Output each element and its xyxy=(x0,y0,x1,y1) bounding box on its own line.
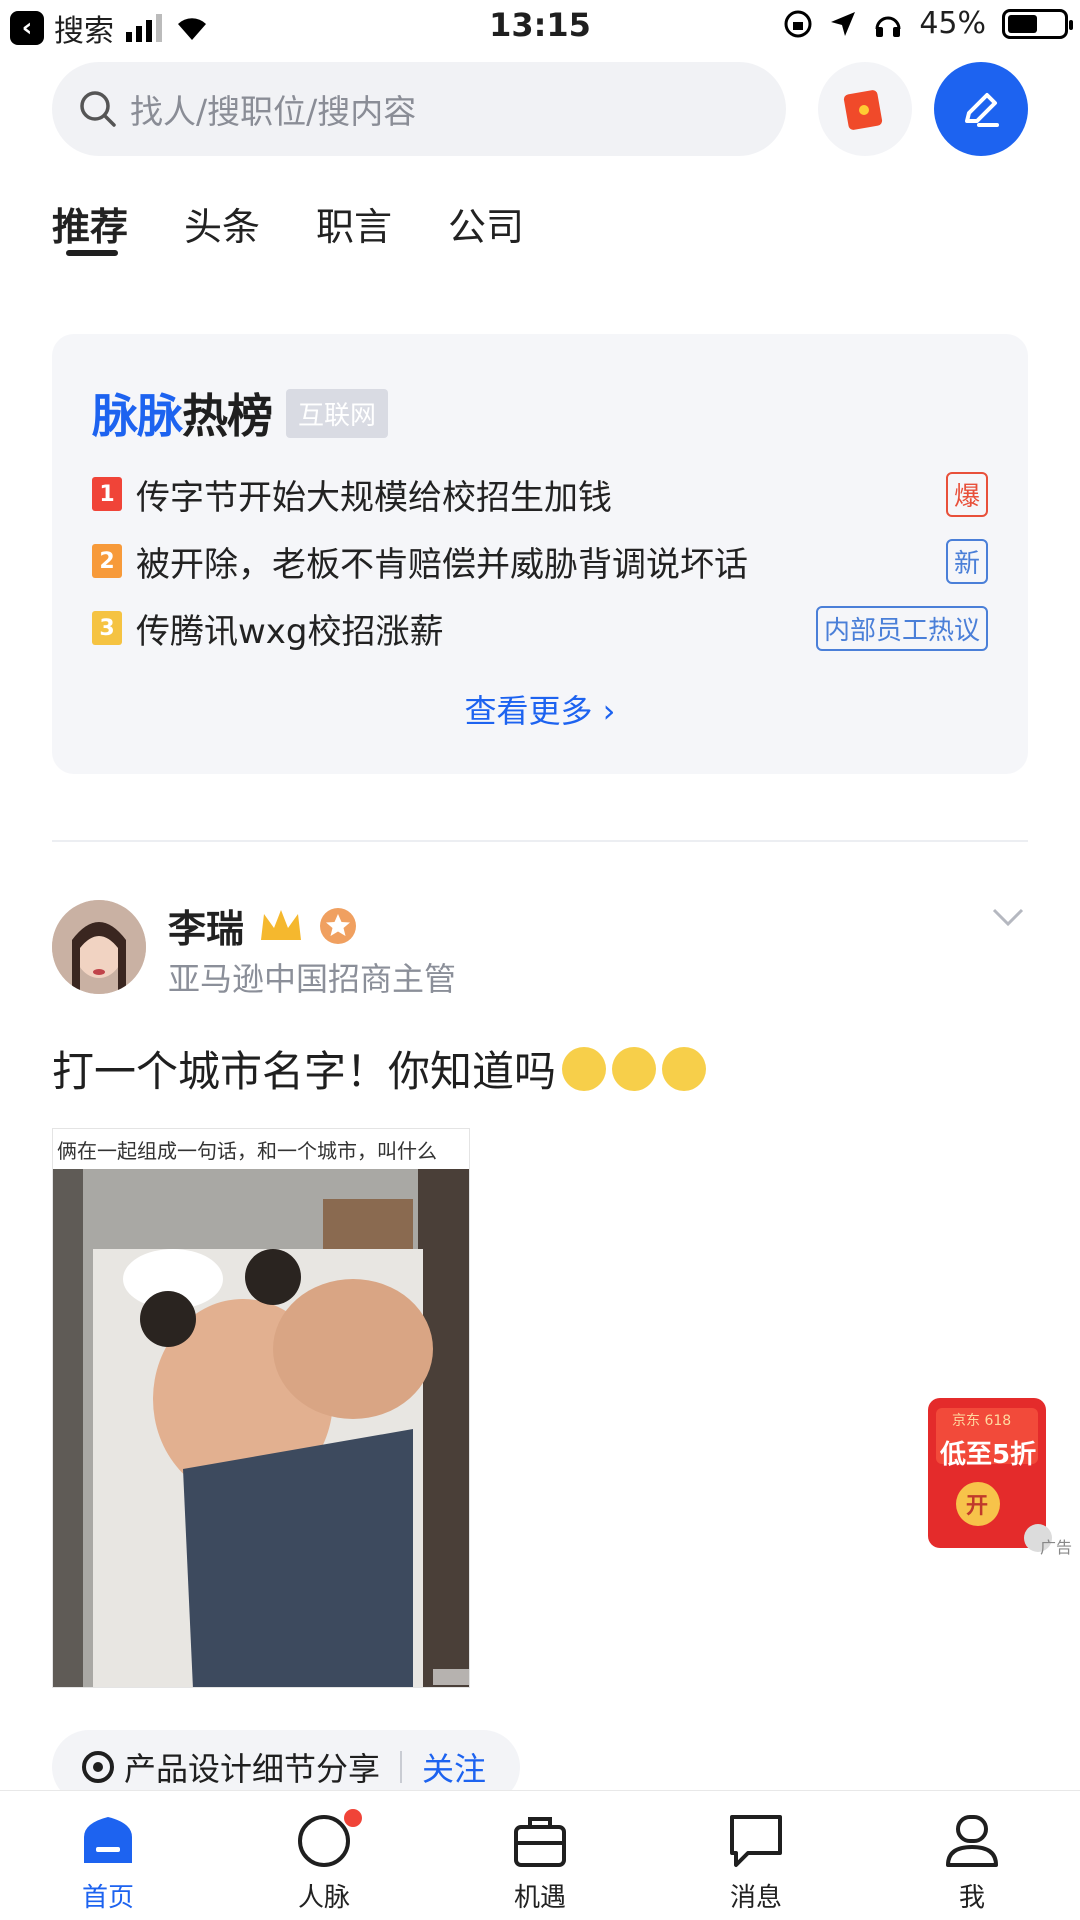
avatar-photo xyxy=(52,900,146,994)
post-photo xyxy=(53,1129,469,1687)
search-icon xyxy=(80,91,116,127)
search-placeholder: 找人/搜职位/搜内容 xyxy=(130,92,417,131)
post-body: 打一个城市名字！你知道吗 xyxy=(52,1047,557,1096)
topic-name: 产品设计细节分享 xyxy=(124,1750,381,1788)
red-packet-button[interactable] xyxy=(818,62,912,156)
briefcase-icon xyxy=(514,1817,566,1867)
nav-label: 人脉 xyxy=(297,1883,350,1913)
battery-percent: 45% xyxy=(919,6,986,41)
hot-item[interactable]: 3 传腾讯wxg校招涨薪 内部员工热议 xyxy=(92,604,988,652)
hot-item-text: 传腾讯wxg校招涨薪 xyxy=(136,611,444,652)
ad-headline: 低至5折 xyxy=(940,1440,1037,1470)
search-bar[interactable]: 找人/搜职位/搜内容 xyxy=(52,62,786,156)
tab-recommend[interactable]: 推荐 xyxy=(52,196,128,256)
nav-messages[interactable]: 消息 xyxy=(648,1791,864,1920)
divider xyxy=(52,840,1028,842)
tab-workplace-talk[interactable]: 职言 xyxy=(316,196,392,251)
category-badge[interactable]: 互联网 xyxy=(286,388,389,438)
emoji-smile-icon xyxy=(562,1046,607,1091)
post-image[interactable]: 俩在一起组成一句话，和一个城市，叫什么 xyxy=(52,1128,470,1688)
nav-contacts[interactable]: 人脉 xyxy=(216,1791,432,1920)
hot-list-brand: 脉脉 xyxy=(92,389,183,443)
profile-icon xyxy=(946,1815,998,1867)
chevron-down-icon[interactable] xyxy=(990,906,1026,930)
post-text[interactable]: 打一个城市名字！你知道吗 xyxy=(52,1038,707,1099)
image-caption: 俩在一起组成一句话，和一个城市，叫什么 xyxy=(53,1129,469,1169)
topic-icon xyxy=(82,1751,114,1783)
status-right: 45% xyxy=(783,6,1073,41)
rotation-lock-icon xyxy=(784,10,812,37)
nav-label: 机遇 xyxy=(513,1883,566,1913)
rank-badge: 3 xyxy=(92,611,122,645)
location-icon xyxy=(831,11,856,36)
hot-tag: 内部员工热议 xyxy=(815,605,988,651)
rank-badge: 2 xyxy=(92,544,122,578)
ad-label: 广告 xyxy=(1040,1538,1073,1557)
hot-list-card: 脉脉 热榜 互联网 1 传字节开始大规模给校招生加钱 爆 2 被开除，老板不肯赔… xyxy=(52,334,1028,774)
see-more-link[interactable]: 查看更多 › xyxy=(52,686,1028,732)
nav-opportunities[interactable]: 机遇 xyxy=(432,1791,648,1920)
nav-label: 我 xyxy=(958,1883,985,1913)
hot-list-heading: 热榜 xyxy=(182,389,273,443)
hot-item-text: 传字节开始大规模给校招生加钱 xyxy=(136,477,612,518)
tab-headlines[interactable]: 头条 xyxy=(184,196,260,251)
author-line: 李瑞 xyxy=(168,898,358,953)
compose-button[interactable] xyxy=(934,62,1028,156)
message-icon xyxy=(730,1815,782,1867)
status-bar: ‹ 搜索 13:15 45% xyxy=(0,0,1080,54)
emoji-smile-icon xyxy=(662,1046,707,1091)
red-envelope-icon xyxy=(843,90,883,130)
tab-company[interactable]: 公司 xyxy=(448,196,524,251)
nav-profile[interactable]: 我 xyxy=(864,1791,1080,1920)
feed-tabs: 推荐 头条 职言 公司 xyxy=(52,196,524,256)
ad-open-button[interactable]: 开 xyxy=(966,1488,988,1520)
home-icon xyxy=(84,1817,132,1863)
hot-tag: 爆 xyxy=(945,471,988,517)
nav-home[interactable]: 首页 xyxy=(0,1791,216,1920)
pen-icon xyxy=(965,93,999,127)
nav-label: 消息 xyxy=(729,1883,782,1913)
follow-button[interactable]: 关注 xyxy=(422,1744,486,1790)
battery-icon xyxy=(1002,8,1073,39)
hot-list-title: 脉脉 热榜 互联网 xyxy=(92,380,389,446)
hot-item[interactable]: 2 被开除，老板不肯赔偿并威胁背调说坏话 新 xyxy=(92,537,988,585)
crown-icon xyxy=(261,909,302,940)
hot-item-text: 被开除，老板不肯赔偿并威胁背调说坏话 xyxy=(136,544,748,585)
floating-ad[interactable]: 京东 618 低至5折 开 广告 xyxy=(908,1388,1076,1558)
verified-star-icon xyxy=(320,907,357,944)
hot-tag: 新 xyxy=(945,538,988,584)
author-title: 亚马逊中国招商主管 xyxy=(168,960,457,998)
notification-dot xyxy=(344,1809,362,1827)
hot-item[interactable]: 1 传字节开始大规模给校招生加钱 爆 xyxy=(92,470,988,518)
contacts-icon xyxy=(298,1815,350,1867)
nav-label: 首页 xyxy=(81,1883,134,1913)
headphones-icon xyxy=(875,16,901,37)
author-name[interactable]: 李瑞 xyxy=(168,898,244,953)
topic-separator xyxy=(400,1751,403,1783)
ad-brand: 京东 618 xyxy=(952,1413,1012,1429)
emoji-smile-icon xyxy=(612,1046,657,1091)
avatar[interactable] xyxy=(52,900,146,994)
rank-badge: 1 xyxy=(92,477,122,511)
bottom-nav: 首页 人脉 机遇 消息 我 xyxy=(0,1790,1080,1920)
